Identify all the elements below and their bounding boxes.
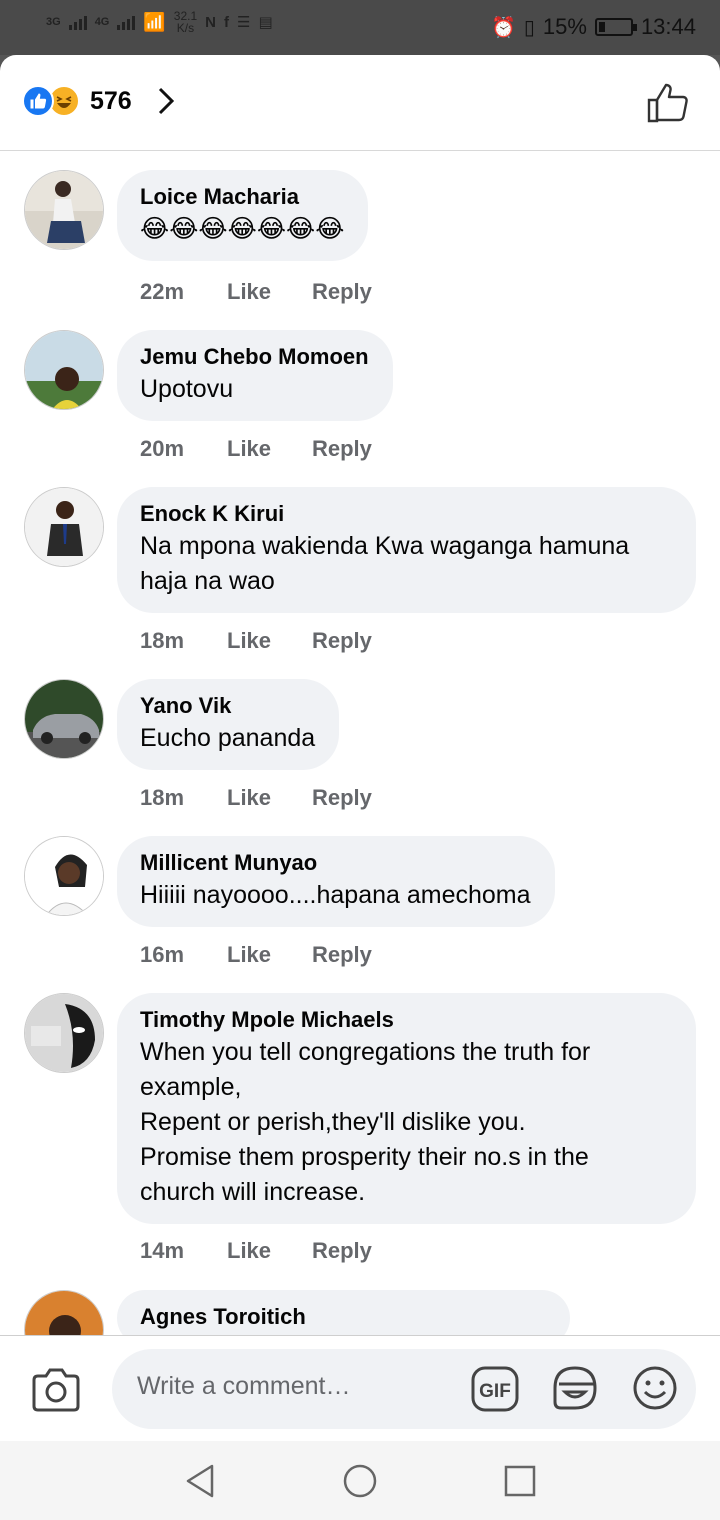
reply-button[interactable]: Reply bbox=[312, 436, 372, 462]
vibrate-icon: ▯ bbox=[523, 16, 535, 39]
avatar[interactable] bbox=[24, 836, 104, 916]
notification-app-icon: N bbox=[205, 13, 216, 31]
avatar[interactable] bbox=[24, 170, 104, 250]
comment-placeholder: Write a comment… bbox=[137, 1372, 351, 1400]
comment-time: 20m bbox=[140, 436, 185, 461]
comment-text: Hiiiii nayoooo....hapana amechoma bbox=[140, 881, 531, 909]
android-nav-bar bbox=[0, 1441, 720, 1520]
battery-percent: 15% bbox=[542, 14, 587, 39]
comment-time: 18m bbox=[140, 628, 185, 653]
commenter-name[interactable]: Enock K Kirui bbox=[140, 499, 672, 529]
like-button[interactable]: Like bbox=[227, 436, 312, 462]
comment-actions: 14m Like Reply bbox=[140, 1238, 372, 1264]
comment-time: 16m bbox=[140, 942, 185, 967]
gif-icon[interactable]: GIF bbox=[471, 1366, 519, 1412]
comment-actions: 18m Like Reply bbox=[140, 628, 372, 654]
reply-button[interactable]: Reply bbox=[312, 628, 372, 654]
commenter-name[interactable]: Agnes Toroitich bbox=[140, 1302, 546, 1332]
comment-bubble[interactable]: Timothy Mpole Michaels When you tell con… bbox=[117, 993, 696, 1224]
like-button[interactable]: Like bbox=[227, 628, 312, 654]
avatar[interactable] bbox=[24, 993, 104, 1073]
reply-button[interactable]: Reply bbox=[312, 279, 372, 305]
clock: 13:44 bbox=[640, 14, 696, 39]
comment-text: Upotovu bbox=[140, 375, 234, 403]
signal-icon-2 bbox=[117, 14, 136, 30]
reply-button[interactable]: Reply bbox=[312, 1238, 372, 1264]
comment-text: Na mpona wakienda Kwa waganga hamuna haj… bbox=[140, 532, 630, 595]
comment-actions: 20m Like Reply bbox=[140, 436, 372, 462]
like-reaction-icon bbox=[22, 85, 54, 117]
message-notification-icon: ☰ bbox=[237, 14, 251, 31]
reply-button[interactable]: Reply bbox=[312, 785, 372, 811]
comments-sheet: 576 Loice Macharia 😂😂😂😂😂😂😂 22m Like Repl… bbox=[0, 55, 720, 1520]
signal-icon bbox=[68, 14, 87, 30]
commenter-name[interactable]: Jemu Chebo Momoen bbox=[140, 342, 369, 372]
thumbs-up-icon[interactable] bbox=[646, 81, 690, 125]
reactions-header: 576 bbox=[0, 55, 720, 151]
network-type-1: 3G bbox=[46, 16, 61, 28]
chevron-right-icon bbox=[158, 87, 174, 115]
like-button[interactable]: Like bbox=[227, 942, 312, 968]
avatar[interactable] bbox=[24, 487, 104, 567]
comment-time: 22m bbox=[140, 279, 185, 304]
avatar[interactable] bbox=[24, 330, 104, 410]
comment-bubble[interactable]: Yano Vik Eucho pananda bbox=[117, 679, 340, 770]
gif-label: GIF bbox=[479, 1381, 511, 1402]
status-left: 3G 4G 📶 32.1 K/s N f ☰ ▤ bbox=[46, 10, 273, 34]
commenter-name[interactable]: Yano Vik bbox=[140, 691, 315, 721]
reaction-count: 576 bbox=[90, 86, 132, 115]
like-button[interactable]: Like bbox=[227, 785, 312, 811]
home-icon[interactable] bbox=[342, 1463, 378, 1499]
like-button[interactable]: Like bbox=[227, 1238, 312, 1264]
comment-text: When you tell congregations the truth fo… bbox=[140, 1038, 591, 1206]
comment-actions: 16m Like Reply bbox=[140, 942, 372, 968]
comment-time: 14m bbox=[140, 1238, 185, 1263]
comment-time: 18m bbox=[140, 785, 185, 810]
network-speed: 32.1 K/s bbox=[173, 9, 198, 35]
comment-text: Eucho pananda bbox=[140, 724, 316, 752]
camera-icon[interactable] bbox=[30, 1366, 82, 1414]
wifi-icon: 📶 bbox=[143, 11, 166, 32]
calendar-notification-icon: ▤ bbox=[258, 14, 273, 31]
avatar[interactable] bbox=[24, 679, 104, 759]
sticker-icon[interactable] bbox=[551, 1364, 599, 1412]
recent-apps-icon[interactable] bbox=[502, 1463, 538, 1499]
reply-button[interactable]: Reply bbox=[312, 942, 372, 968]
status-right: ⏰ ▯ 15% 13:44 bbox=[491, 14, 696, 40]
status-bar: 3G 4G 📶 32.1 K/s N f ☰ ▤ ⏰ ▯ 15% 13:44 bbox=[0, 0, 720, 55]
comment-bubble[interactable]: Enock K Kirui Na mpona wakienda Kwa waga… bbox=[117, 487, 696, 613]
comment-actions: 18m Like Reply bbox=[140, 785, 372, 811]
comment-bubble[interactable]: Millicent Munyao Hiiiii nayoooo....hapan… bbox=[117, 836, 555, 927]
comment-composer: Write a comment… GIF bbox=[0, 1335, 720, 1441]
comment-bubble[interactable]: Jemu Chebo Momoen Upotovu bbox=[117, 330, 393, 421]
emoji-icon[interactable] bbox=[632, 1365, 678, 1411]
commenter-name[interactable]: Timothy Mpole Michaels bbox=[140, 1005, 672, 1035]
comment-text: 😂😂😂😂😂😂😂 bbox=[140, 215, 345, 243]
facebook-notification-icon: f bbox=[224, 13, 229, 31]
commenter-name[interactable]: Millicent Munyao bbox=[140, 848, 531, 878]
reactions-summary-button[interactable]: 576 bbox=[22, 85, 180, 117]
network-type-2: 4G bbox=[94, 16, 110, 28]
back-icon[interactable] bbox=[182, 1463, 218, 1499]
comment-actions: 22m Like Reply bbox=[140, 279, 372, 305]
like-button[interactable]: Like bbox=[227, 279, 312, 305]
commenter-name[interactable]: Loice Macharia bbox=[140, 182, 344, 212]
battery-icon bbox=[594, 18, 637, 36]
comment-bubble[interactable]: Loice Macharia 😂😂😂😂😂😂😂 bbox=[117, 170, 369, 261]
comment-input[interactable]: Write a comment… GIF bbox=[112, 1349, 696, 1429]
alarm-icon: ⏰ bbox=[490, 16, 516, 39]
